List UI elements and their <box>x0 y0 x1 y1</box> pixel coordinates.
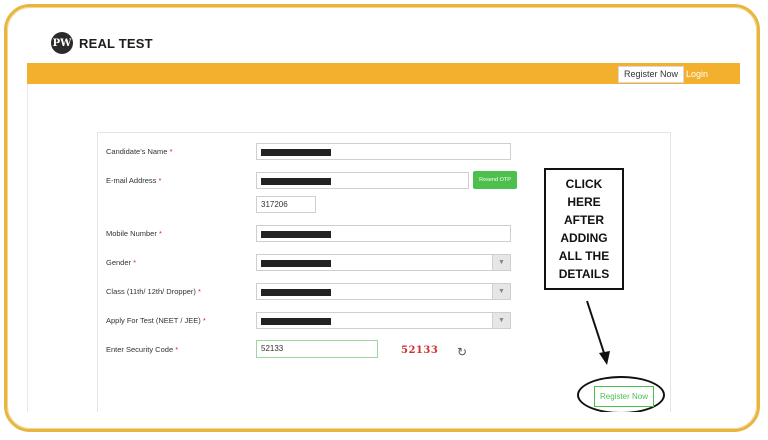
security-code-input[interactable]: 52133 <box>256 340 378 358</box>
class-label: Class (11th/ 12th/ Dropper) * <box>106 287 201 296</box>
mobile-input[interactable] <box>256 225 511 242</box>
security-code-value: 52133 <box>261 344 284 353</box>
redacted-value <box>261 178 331 185</box>
security-code-label: Enter Security Code * <box>106 345 179 354</box>
chevron-down-icon: ▼ <box>492 255 510 270</box>
candidate-name-label: Candidate's Name * <box>106 147 173 156</box>
register-now-button[interactable]: Register Now <box>594 386 654 407</box>
apply-test-select[interactable]: ▼ <box>256 312 511 329</box>
brand-logo[interactable]: PW REAL TEST <box>51 32 153 54</box>
redacted-value <box>261 260 331 267</box>
otp-input[interactable]: 317206 <box>256 196 316 213</box>
brand-name: REAL TEST <box>79 35 153 51</box>
email-label: E-mail Address * <box>106 176 162 185</box>
chevron-down-icon: ▼ <box>492 313 510 328</box>
redacted-value <box>261 149 331 156</box>
chevron-down-icon: ▼ <box>492 284 510 299</box>
email-input[interactable] <box>256 172 469 189</box>
otp-value: 317206 <box>261 200 288 209</box>
redacted-value <box>261 231 331 238</box>
instruction-callout: CLICK HERE AFTER ADDING ALL THE DETAILS <box>544 168 624 290</box>
class-select[interactable]: ▼ <box>256 283 511 300</box>
gender-select[interactable]: ▼ <box>256 254 511 271</box>
pw-logo-icon: PW <box>51 32 73 54</box>
resend-otp-button[interactable]: Resend OTP <box>473 171 517 189</box>
redacted-value <box>261 318 331 325</box>
apply-test-label: Apply For Test (NEET / JEE) * <box>106 316 206 325</box>
captcha-code: 52133 <box>401 345 439 356</box>
page-border <box>27 84 28 412</box>
gender-label: Gender * <box>106 258 137 267</box>
browser-viewport: PW REAL TEST Register Now Login Candidat… <box>18 20 742 412</box>
nav-login-link[interactable]: Login <box>686 66 708 82</box>
callout-text: CLICK HERE AFTER ADDING ALL THE DETAILS <box>558 177 610 281</box>
top-navbar: Register Now Login <box>27 63 740 84</box>
nav-register-link[interactable]: Register Now <box>617 66 684 83</box>
redacted-value <box>261 289 331 296</box>
mobile-label: Mobile Number * <box>106 229 162 238</box>
candidate-name-input[interactable] <box>256 143 511 160</box>
refresh-captcha-icon[interactable]: ↻ <box>457 345 467 359</box>
